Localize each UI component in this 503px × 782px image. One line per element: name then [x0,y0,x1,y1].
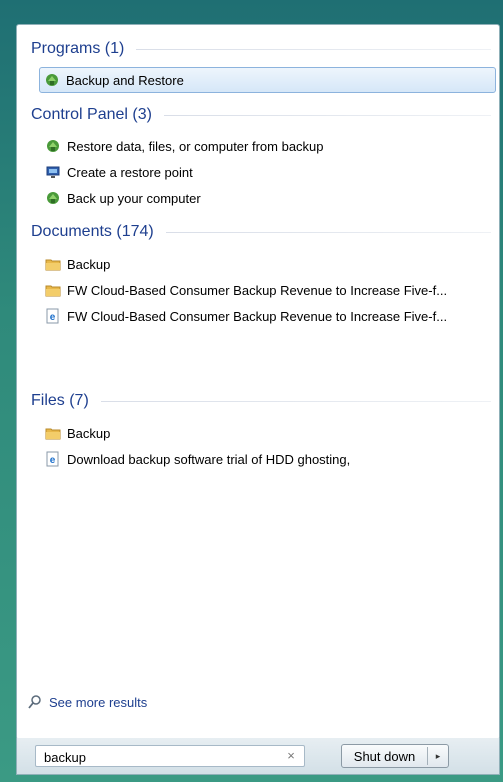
result-item-create-restore-point[interactable]: Create a restore point [41,160,495,184]
shutdown-options-arrow-icon[interactable]: ▸ [428,751,448,762]
divider [136,48,491,50]
item-label: Create a restore point [67,164,193,180]
ie-document-icon: e [45,308,61,324]
start-menu-bottom-bar: × Shut down ▸ [16,738,500,775]
svg-text:e: e [50,312,56,323]
item-label: Backup and Restore [66,72,184,88]
search-results-panel: Programs (1) Backup and Restore Control … [16,24,500,740]
shutdown-button[interactable]: Shut down [342,749,427,764]
item-label: FW Cloud-Based Consumer Backup Revenue t… [67,308,448,324]
result-item-backup-and-restore[interactable]: Backup and Restore [39,67,496,93]
section-title: Documents (174) [31,223,154,240]
backup-restore-icon [45,138,61,154]
shutdown-button-group: Shut down ▸ [341,744,449,768]
item-label: Back up your computer [67,190,201,206]
section-header-control-panel[interactable]: Control Panel (3) [31,103,491,127]
section-header-programs[interactable]: Programs (1) [31,37,491,61]
divider [163,114,491,116]
section-header-files[interactable]: Files (7) [31,389,491,413]
result-item-fw-cloud-folder[interactable]: FW Cloud-Based Consumer Backup Revenue t… [41,278,495,302]
result-item-back-up-computer[interactable]: Back up your computer [41,186,495,210]
item-label: Restore data, files, or computer from ba… [67,138,324,154]
system-restore-icon [45,164,61,180]
divider [100,400,491,402]
section-title: Control Panel (3) [31,106,152,123]
divider [165,231,491,233]
result-item-fw-cloud-html[interactable]: e FW Cloud-Based Consumer Backup Revenue… [41,304,495,328]
item-label: Download backup software trial of HDD gh… [67,451,351,467]
folder-icon [45,256,61,272]
search-input[interactable] [42,748,276,766]
ie-document-icon: e [45,451,61,467]
backup-restore-icon [44,72,60,88]
result-item-download-backup[interactable]: e Download backup software trial of HDD … [41,447,495,471]
svg-text:e: e [50,455,56,466]
see-more-results-link[interactable]: See more results [27,691,147,713]
section-title: Programs (1) [31,40,125,57]
folder-icon [45,282,61,298]
section-title: Files (7) [31,392,89,409]
result-item-backup-file-folder[interactable]: Backup [41,421,495,445]
backup-restore-icon [45,190,61,206]
item-label: FW Cloud-Based Consumer Backup Revenue t… [67,282,448,298]
see-more-label: See more results [49,694,148,710]
clear-search-icon[interactable]: × [284,748,298,764]
item-label: Backup [67,425,111,441]
item-label: Backup [67,256,111,272]
search-box[interactable]: × [35,745,305,767]
result-item-backup-folder[interactable]: Backup [41,252,495,276]
folder-icon [45,425,61,441]
search-icon [27,694,43,710]
result-item-restore-data[interactable]: Restore data, files, or computer from ba… [41,134,495,158]
section-header-documents[interactable]: Documents (174) [31,220,491,244]
